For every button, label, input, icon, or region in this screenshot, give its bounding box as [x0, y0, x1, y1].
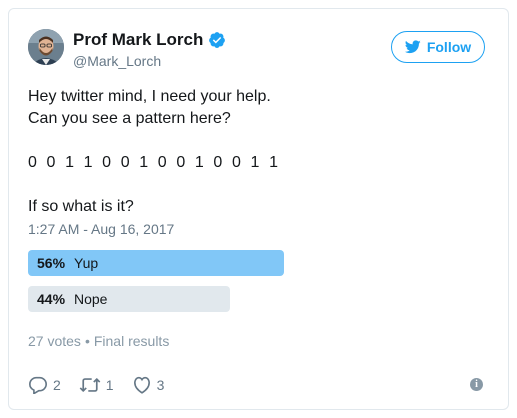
follow-button-label: Follow	[426, 39, 472, 55]
reply-count: 2	[53, 377, 61, 393]
retweet-icon	[79, 378, 101, 392]
poll-label: Yup	[74, 255, 99, 271]
poll-option-nope: 44% Nope	[28, 286, 230, 312]
reply-button[interactable]: 2	[28, 376, 61, 394]
reply-icon	[28, 376, 48, 394]
poll-percent: 56%	[37, 255, 66, 271]
display-name[interactable]: Prof Mark Lorch	[73, 29, 203, 51]
retweet-button[interactable]: 1	[79, 376, 114, 394]
poll-percent: 44%	[37, 291, 66, 307]
timestamp[interactable]: 1:27 AM - Aug 16, 2017	[28, 220, 174, 238]
tweet-binary-sequence: 0 0 1 1 0 0 1 0 0 1 0 0 1 1	[28, 154, 281, 171]
tweet-line-1: Hey twitter mind, I need your help.	[28, 88, 271, 105]
poll-status: Final results	[93, 333, 170, 349]
tweet-line-2: Can you see a pattern here?	[28, 110, 231, 127]
tweet-actions: 2 1 3	[28, 376, 182, 394]
tweet-text: Hey twitter mind, I need your help. Can …	[28, 86, 488, 218]
verified-badge-icon	[208, 31, 226, 49]
screen-name[interactable]: @Mark_Lorch	[73, 52, 226, 70]
like-button[interactable]: 3	[132, 376, 165, 394]
info-icon[interactable]: i	[470, 378, 483, 391]
name-row: Prof Mark Lorch	[73, 29, 226, 51]
twitter-bird-icon	[404, 40, 421, 54]
follow-button[interactable]: Follow	[391, 31, 485, 63]
avatar[interactable]	[28, 29, 64, 65]
user-info: Prof Mark Lorch @Mark_Lorch	[73, 29, 226, 70]
tweet-question: If so what is it?	[28, 198, 134, 215]
avatar-image	[28, 29, 64, 65]
separator-dot: •	[84, 333, 90, 349]
poll-vote-count: 27 votes	[28, 333, 81, 349]
tweet-card: Prof Mark Lorch @Mark_Lorch Follow Hey t…	[8, 8, 509, 410]
retweet-count: 1	[105, 377, 114, 393]
poll-label: Nope	[74, 291, 108, 307]
heart-icon	[133, 376, 150, 394]
like-count: 3	[156, 377, 165, 393]
poll-option-yup: 56% Yup	[28, 250, 284, 276]
poll-footer: 27 votes • Final results	[28, 332, 169, 350]
